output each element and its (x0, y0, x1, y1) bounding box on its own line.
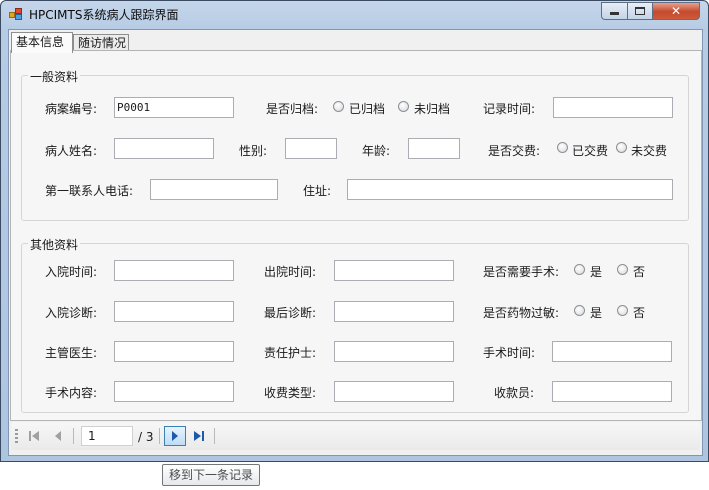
archived-no-radio[interactable] (398, 101, 409, 112)
doctor-input[interactable] (114, 341, 234, 362)
move-last-button[interactable] (188, 426, 210, 446)
surgery-time-label: 手术时间: (483, 346, 536, 360)
allergy-yes-label[interactable]: 是 (590, 304, 602, 321)
first-record-icon (29, 431, 39, 441)
surgery-needed-label: 是否需要手术: (483, 265, 560, 279)
address-input[interactable] (347, 179, 673, 200)
gender-label: 性别: (239, 144, 268, 158)
address-label: 住址: (303, 184, 332, 198)
record-time-label: 记录时间: (483, 102, 536, 116)
record-navigator-toolbar: 1 / 3 (11, 422, 700, 450)
close-button[interactable]: ✕ (652, 2, 700, 20)
record-time-input[interactable] (553, 97, 673, 118)
admission-diag-label: 入院诊断: (45, 306, 98, 320)
maximize-button[interactable] (627, 2, 653, 20)
paid-no-radio[interactable] (616, 142, 627, 153)
app-icon (9, 8, 23, 20)
tab-panel-basic-info: 一般资料 病案编号: P0001 是否归档: 已归档 未归档 记录时间: 病人姓… (10, 50, 702, 421)
group-other-info: 其他资料 入院时间: 出院时间: 是否需要手术: 是 否 入院诊断: 最后诊断:… (21, 236, 689, 413)
toolbar-separator (159, 428, 160, 444)
record-count-label: / 3 (138, 430, 154, 444)
archived-no-label[interactable]: 未归档 (414, 100, 450, 117)
main-window: HPCIMTS系统病人跟踪界面 ✕ 基本信息 随访情况 一般资料 病案编号: P… (0, 0, 709, 462)
age-label: 年龄: (362, 144, 391, 158)
admission-diag-input[interactable] (114, 301, 234, 322)
last-record-icon (194, 431, 204, 441)
allergy-yes-radio[interactable] (574, 305, 585, 316)
fee-type-label: 收费类型: (264, 386, 317, 400)
surgery-content-label: 手术内容: (45, 386, 98, 400)
case-no-label: 病案编号: (45, 102, 98, 116)
minimize-button[interactable] (601, 2, 628, 20)
final-diag-label: 最后诊断: (264, 306, 317, 320)
group-general-info: 一般资料 病案编号: P0001 是否归档: 已归档 未归档 记录时间: 病人姓… (21, 68, 689, 221)
case-no-input[interactable]: P0001 (114, 97, 234, 118)
surgery-no-label[interactable]: 否 (633, 263, 645, 280)
discharge-time-input[interactable] (334, 260, 454, 281)
move-first-button[interactable] (23, 426, 45, 446)
discharge-time-label: 出院时间: (264, 265, 317, 279)
position-input[interactable]: 1 (81, 426, 133, 446)
paid-yes-label[interactable]: 已交费 (572, 142, 608, 159)
fee-type-input[interactable] (334, 381, 454, 402)
surgery-yes-radio[interactable] (574, 264, 585, 275)
archived-label: 是否归档: (266, 102, 319, 116)
maximize-icon (635, 7, 645, 15)
form-client-area: 基本信息 随访情况 一般资料 病案编号: P0001 是否归档: 已归档 未归档… (8, 29, 703, 456)
surgery-time-input[interactable] (552, 341, 672, 362)
minimize-icon (610, 12, 619, 15)
doctor-label: 主管医生: (45, 346, 98, 360)
final-diag-input[interactable] (334, 301, 454, 322)
allergy-no-label[interactable]: 否 (633, 304, 645, 321)
contact-phone-label: 第一联系人电话: (45, 184, 134, 198)
surgery-no-radio[interactable] (617, 264, 628, 275)
allergy-label: 是否药物过敏: (483, 306, 560, 320)
next-record-tooltip: 移到下一条记录 (162, 464, 261, 486)
tab-basic-info[interactable]: 基本信息 (11, 32, 73, 53)
age-input[interactable] (408, 138, 460, 159)
toolbar-separator (214, 428, 215, 444)
title-bar[interactable]: HPCIMTS系统病人跟踪界面 ✕ (1, 1, 708, 27)
paid-label: 是否交费: (488, 144, 541, 158)
patient-name-input[interactable] (114, 138, 214, 159)
surgery-yes-label[interactable]: 是 (590, 263, 602, 280)
gender-input[interactable] (285, 138, 337, 159)
nurse-label: 责任护士: (264, 346, 317, 360)
archived-yes-radio[interactable] (333, 101, 344, 112)
next-record-icon (172, 431, 178, 441)
paid-no-label[interactable]: 未交费 (631, 142, 667, 159)
close-icon: ✕ (670, 4, 682, 18)
window-title: HPCIMTS系统病人跟踪界面 (29, 8, 179, 22)
nurse-input[interactable] (334, 341, 454, 362)
admission-time-label: 入院时间: (45, 265, 98, 279)
admission-time-input[interactable] (114, 260, 234, 281)
group-title-other: 其他资料 (28, 236, 81, 253)
patient-name-label: 病人姓名: (45, 144, 98, 158)
toolbar-grip[interactable] (15, 429, 18, 443)
previous-record-icon (55, 431, 61, 441)
move-next-button[interactable] (164, 426, 186, 446)
archived-yes-label[interactable]: 已归档 (349, 100, 385, 117)
move-previous-button[interactable] (47, 426, 69, 446)
paid-yes-radio[interactable] (557, 142, 568, 153)
cashier-label: 收款员: (494, 386, 535, 400)
allergy-no-radio[interactable] (617, 305, 628, 316)
toolbar-separator (73, 428, 74, 444)
contact-phone-input[interactable] (150, 179, 278, 200)
cashier-input[interactable] (552, 381, 672, 402)
surgery-content-input[interactable] (114, 381, 234, 402)
group-title-general: 一般资料 (28, 68, 81, 85)
